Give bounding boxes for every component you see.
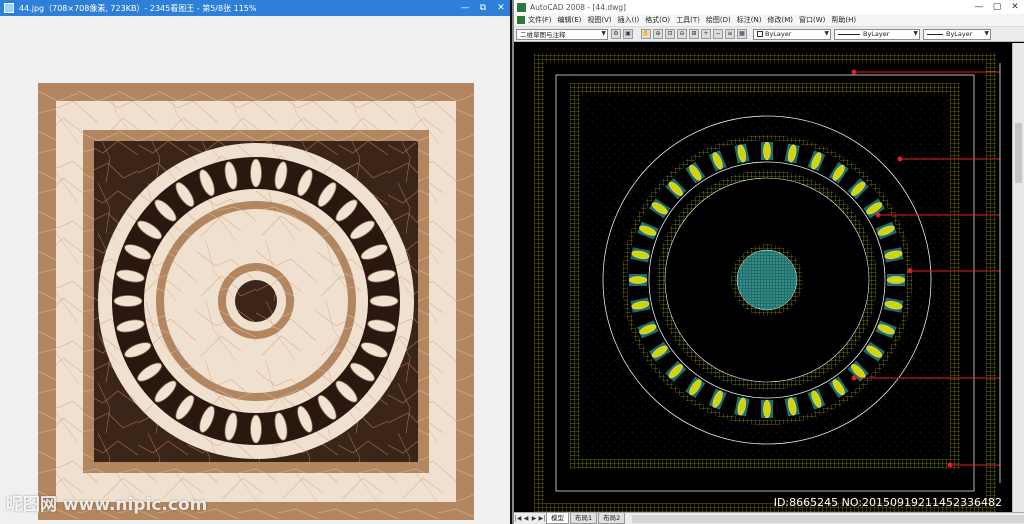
medallion-rib [250,158,262,188]
pan-icon[interactable]: ✋ [641,29,651,39]
viewer-app-icon [4,3,14,13]
tab-model[interactable]: 模型 [546,513,569,524]
cad-close-button[interactable]: ✕ [1006,2,1024,12]
drawing-doc-icon [517,16,525,24]
tab-layout1[interactable]: 布局1 [570,513,598,524]
marble-tile-image [38,83,474,520]
chevron-down-icon: ▼ [913,29,918,37]
cad-rib [886,274,906,286]
restore-button[interactable]: ⧉ [474,3,492,13]
zoom-realtime-icon[interactable]: ⊕ [653,29,663,39]
medallion-rib [250,414,262,444]
zoom-in-icon[interactable]: + [701,29,711,39]
medallion-rib [369,295,399,307]
workspace-select-value: 二维草图与注释 [520,31,566,39]
menu-tools[interactable]: 工具(T) [676,15,700,25]
medallion-rib [113,295,143,307]
menu-modify[interactable]: 修改(M) [767,15,793,25]
line-sample-icon [838,33,860,35]
last-tab-icon[interactable]: ▶| [538,515,546,522]
viewer-canvas[interactable] [0,16,510,524]
viewer-title: 44.jpg（708×708像素, 723KB）- 2345看图王 - 第5/8… [19,3,257,13]
cad-rib [628,274,648,286]
first-tab-icon[interactable]: |◀ [514,515,522,522]
chevron-down-icon: ▼ [601,29,606,37]
menu-edit[interactable]: 编辑(E) [558,15,582,25]
workspace-settings-icon[interactable]: ⚙ [611,29,621,39]
cad-drawing-area[interactable] [514,43,1014,512]
horizontal-scrollbar[interactable] [632,514,1024,523]
chevron-down-icon: ▼ [824,29,829,37]
image-viewer-window: 44.jpg（708×708像素, 723KB）- 2345看图王 - 第5/8… [0,0,510,524]
menu-file[interactable]: 文件(F) [528,15,552,25]
autocad-window: AutoCAD 2008 - [44.dwg] — ▢ ✕ 文件(F) 编辑(E… [512,0,1024,524]
autocad-app-icon [517,2,526,12]
line-sample-icon [927,33,943,35]
close-button[interactable]: ✕ [492,3,510,13]
color-select[interactable]: ByLayer ▼ [753,28,831,40]
menu-help[interactable]: 帮助(H) [831,15,856,25]
menu-draw[interactable]: 绘图(D) [706,15,731,25]
lineweight-select-value: ByLayer [946,30,973,38]
zoom-previous-icon[interactable]: ⊖ [677,29,687,39]
menu-dimension[interactable]: 标注(N) [737,15,762,25]
cad-minimize-button[interactable]: — [970,2,988,12]
lineweight-select[interactable]: ByLayer ▼ [923,28,991,40]
cad-titlebar[interactable]: AutoCAD 2008 - [44.dwg] — ▢ ✕ [514,0,1024,14]
cad-toolbar: 二维草图与注释 ▼ ⚙ ▣ ✋ ⊕ ⊡ ⊖ ⊞ + − ≡ ▦ ByLayer … [514,27,1024,42]
menu-insert[interactable]: 插入(I) [618,15,640,25]
prev-tab-icon[interactable]: ◀ [522,515,530,522]
image-id-watermark: ID:8665245 NO:20150919211452336482 [773,496,1002,509]
layout-tabs-bar: |◀ ◀ ▶ ▶| 模型 布局1 布局2 [514,512,1024,524]
linetype-select[interactable]: ByLayer ▼ [834,28,920,40]
cad-menubar: 文件(F) 编辑(E) 视图(V) 插入(I) 格式(O) 工具(T) 绘图(D… [514,14,1024,27]
cad-rib [761,141,773,161]
zoom-out-icon[interactable]: − [713,29,723,39]
zoom-extents-icon[interactable]: ⊞ [689,29,699,39]
menu-format[interactable]: 格式(O) [645,15,670,25]
cad-maximize-button[interactable]: ▢ [988,2,1006,12]
menu-window[interactable]: 窗口(W) [799,15,825,25]
design-center-icon[interactable]: ▦ [737,29,747,39]
minimize-button[interactable]: — [456,3,474,13]
lock-icon[interactable]: ▣ [623,29,633,39]
viewer-titlebar[interactable]: 44.jpg（708×708像素, 723KB）- 2345看图王 - 第5/8… [0,0,510,16]
color-swatch-icon [757,31,763,37]
cad-rib [761,399,773,419]
screen: 44.jpg（708×708像素, 723KB）- 2345看图王 - 第5/8… [0,0,1024,524]
next-tab-icon[interactable]: ▶ [530,515,538,522]
cad-title: AutoCAD 2008 - [44.dwg] [530,2,626,12]
properties-icon[interactable]: ≡ [725,29,735,39]
chevron-down-icon: ▼ [984,29,989,37]
tab-layout2[interactable]: 布局2 [598,513,626,524]
workspace-select[interactable]: 二维草图与注释 ▼ [516,28,608,40]
menu-view[interactable]: 视图(V) [587,15,611,25]
linetype-select-value: ByLayer [863,30,890,38]
scrollbar-thumb[interactable] [1015,123,1022,183]
color-select-value: ByLayer [765,30,792,38]
nipic-watermark: 昵图网 www.nipic.com [6,495,208,515]
zoom-window-icon[interactable]: ⊡ [665,29,675,39]
vertical-scrollbar[interactable] [1012,43,1024,512]
